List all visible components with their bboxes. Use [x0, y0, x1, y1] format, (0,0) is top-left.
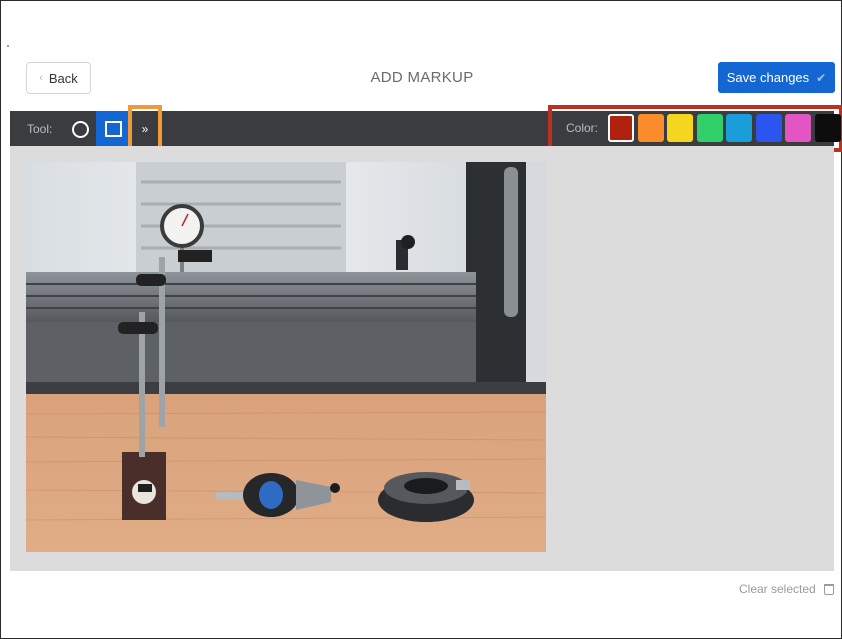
save-changes-button[interactable]: Save changes ✔ [718, 62, 835, 93]
color-label: Color: [566, 121, 599, 135]
color-swatch-6[interactable] [755, 114, 782, 142]
rectangle-tool-button[interactable] [96, 111, 130, 146]
clear-selected-label: Clear selected [739, 582, 816, 596]
page-title: ADD MARKUP [370, 69, 474, 86]
circle-outline-icon [71, 120, 89, 138]
app-frame: ‹ Back ADD MARKUP Save changes ✔ Tool: »… [0, 0, 842, 639]
stray-dot [7, 45, 9, 47]
markup-toolbar: Tool: » Color: [10, 105, 842, 152]
double-chevron-right-icon: » [141, 121, 149, 136]
checkmark-icon: ✔ [816, 70, 827, 85]
color-swatch-5[interactable] [726, 114, 752, 142]
color-swatch-3[interactable] [667, 114, 693, 142]
color-swatch-1[interactable] [608, 114, 634, 142]
markup-image[interactable] [26, 162, 546, 552]
clear-selected-button[interactable]: Clear selected [739, 582, 834, 596]
circle-tool-button[interactable] [67, 117, 93, 141]
color-picker: Color: [548, 105, 842, 152]
color-swatch-7[interactable] [785, 114, 811, 142]
color-swatch-2[interactable] [637, 114, 664, 142]
square-outline-icon [104, 120, 122, 137]
expand-tools-button[interactable]: » [128, 105, 162, 152]
tool-label: Tool: [27, 122, 53, 136]
save-button-label: Save changes [726, 70, 810, 85]
color-swatch-8[interactable] [814, 114, 841, 142]
trash-icon [823, 583, 834, 595]
color-swatch-4[interactable] [696, 114, 723, 142]
